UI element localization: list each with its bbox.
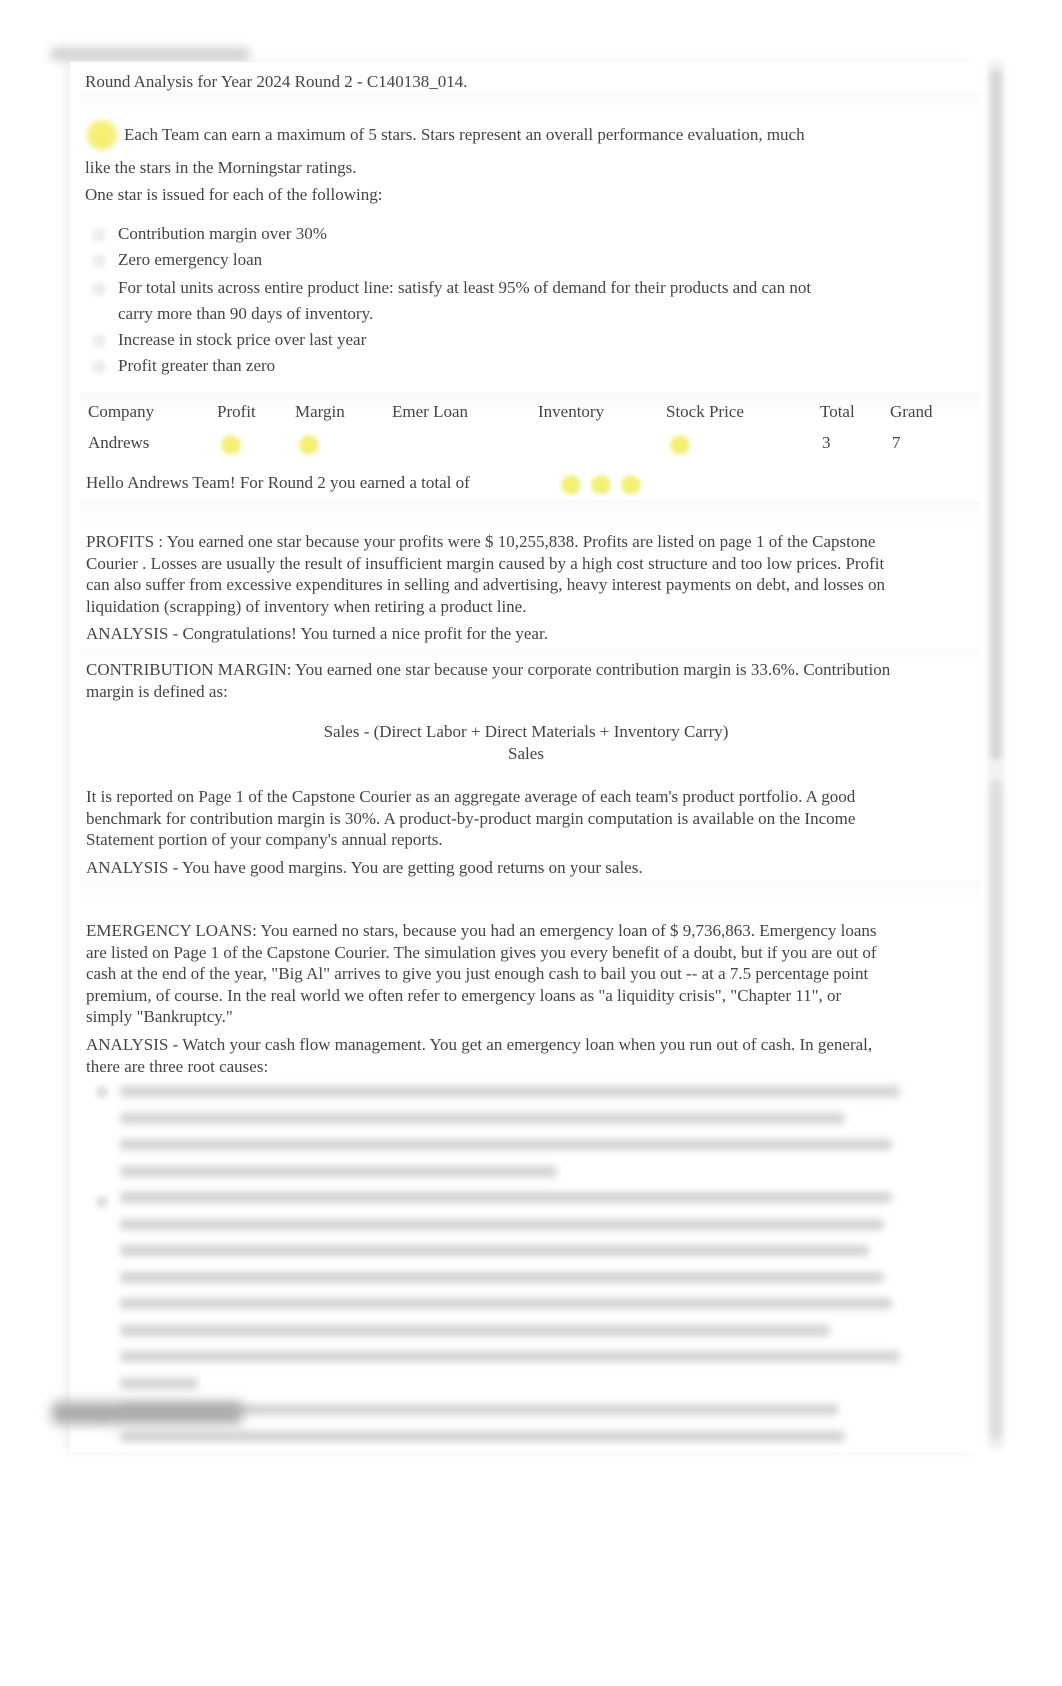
list-number-icon bbox=[96, 1196, 108, 1208]
cell-grand: 7 bbox=[892, 433, 901, 452]
blurred-line bbox=[120, 1139, 893, 1150]
blurred-line bbox=[120, 1218, 885, 1230]
blurred-line bbox=[120, 1351, 900, 1362]
criteria-text: For total units across entire product li… bbox=[118, 278, 812, 297]
title-divider bbox=[80, 92, 980, 114]
profit-star-icon bbox=[220, 434, 242, 456]
bullet-icon bbox=[92, 282, 106, 296]
criteria-text-cont: carry more than 90 days of inventory. bbox=[118, 304, 374, 323]
blurred-line bbox=[120, 1165, 557, 1177]
blurred-line bbox=[120, 1377, 198, 1389]
earned-star-icon bbox=[590, 474, 612, 497]
intro-line-3: One star is issued for each of the follo… bbox=[85, 185, 383, 204]
bullet-icon bbox=[92, 334, 106, 348]
scrollbar-thumb-lower[interactable] bbox=[990, 780, 1002, 1440]
earned-star-icon bbox=[620, 474, 642, 497]
blurred-header-bar bbox=[50, 48, 250, 60]
blurred-line bbox=[120, 1112, 846, 1124]
blurred-line bbox=[120, 1271, 885, 1283]
header-grand: Grand bbox=[890, 402, 933, 421]
star-icon bbox=[85, 118, 119, 152]
earned-star-icon bbox=[560, 474, 582, 497]
list-number-icon bbox=[96, 1086, 108, 1098]
blurred-line bbox=[120, 1324, 830, 1336]
emergency-analysis: ANALYSIS - Watch your cash flow manageme… bbox=[86, 1035, 873, 1076]
earned-stars bbox=[560, 474, 650, 497]
cell-company: Andrews bbox=[88, 433, 150, 452]
criteria-text: Zero emergency loan bbox=[118, 250, 263, 269]
header-company: Company bbox=[88, 402, 155, 421]
intro-line-1: Each Team can earn a maximum of 5 stars.… bbox=[124, 125, 805, 144]
formula-numerator: Sales - (Direct Labor + Direct Materials… bbox=[323, 722, 729, 741]
header-emer-loan: Emer Loan bbox=[392, 402, 468, 421]
intro-line-2: like the stars in the Morningstar rating… bbox=[85, 158, 357, 177]
margin-body: CONTRIBUTION MARGIN: You earned one star… bbox=[86, 660, 891, 701]
criteria-text: Increase in stock price over last year bbox=[118, 330, 367, 349]
margin-star-icon bbox=[298, 434, 320, 456]
blurred-line bbox=[120, 1086, 900, 1097]
formula-denominator: Sales bbox=[508, 744, 544, 763]
margin-body-2: It is reported on Page 1 of the Capstone… bbox=[86, 787, 856, 849]
criteria-text: Contribution margin over 30% bbox=[118, 224, 327, 243]
blurred-line bbox=[120, 1298, 893, 1309]
greeting-text: Hello Andrews Team! For Round 2 you earn… bbox=[86, 473, 470, 492]
bullet-icon bbox=[92, 254, 106, 268]
criteria-text: Profit greater than zero bbox=[118, 356, 276, 375]
margin-divider bbox=[80, 880, 980, 900]
blurred-line bbox=[120, 1245, 869, 1256]
bullet-icon bbox=[92, 360, 106, 374]
stock-price-star-icon bbox=[669, 434, 691, 456]
scrollbar-thumb[interactable] bbox=[990, 70, 1002, 760]
emergency-body: EMERGENCY LOANS: You earned no stars, be… bbox=[86, 921, 877, 1026]
bullet-icon bbox=[92, 228, 106, 242]
page-title: Round Analysis for Year 2024 Round 2 - C… bbox=[85, 72, 468, 91]
profits-analysis: ANALYSIS - Congratulations! You turned a… bbox=[86, 624, 548, 643]
header-stock-price: Stock Price bbox=[666, 402, 744, 421]
margin-analysis: ANALYSIS - You have good margins. You ar… bbox=[86, 858, 643, 877]
blurred-line bbox=[120, 1192, 893, 1203]
blurred-line bbox=[120, 1430, 846, 1442]
header-profit: Profit bbox=[217, 402, 256, 421]
header-margin: Margin bbox=[295, 402, 345, 421]
header-inventory: Inventory bbox=[538, 402, 605, 421]
blurred-footer-bar bbox=[52, 1402, 242, 1424]
greeting-divider bbox=[80, 500, 980, 524]
header-total: Total bbox=[820, 402, 855, 421]
cell-total: 3 bbox=[822, 433, 831, 452]
profits-body: PROFITS : You earned one star because yo… bbox=[86, 532, 885, 616]
